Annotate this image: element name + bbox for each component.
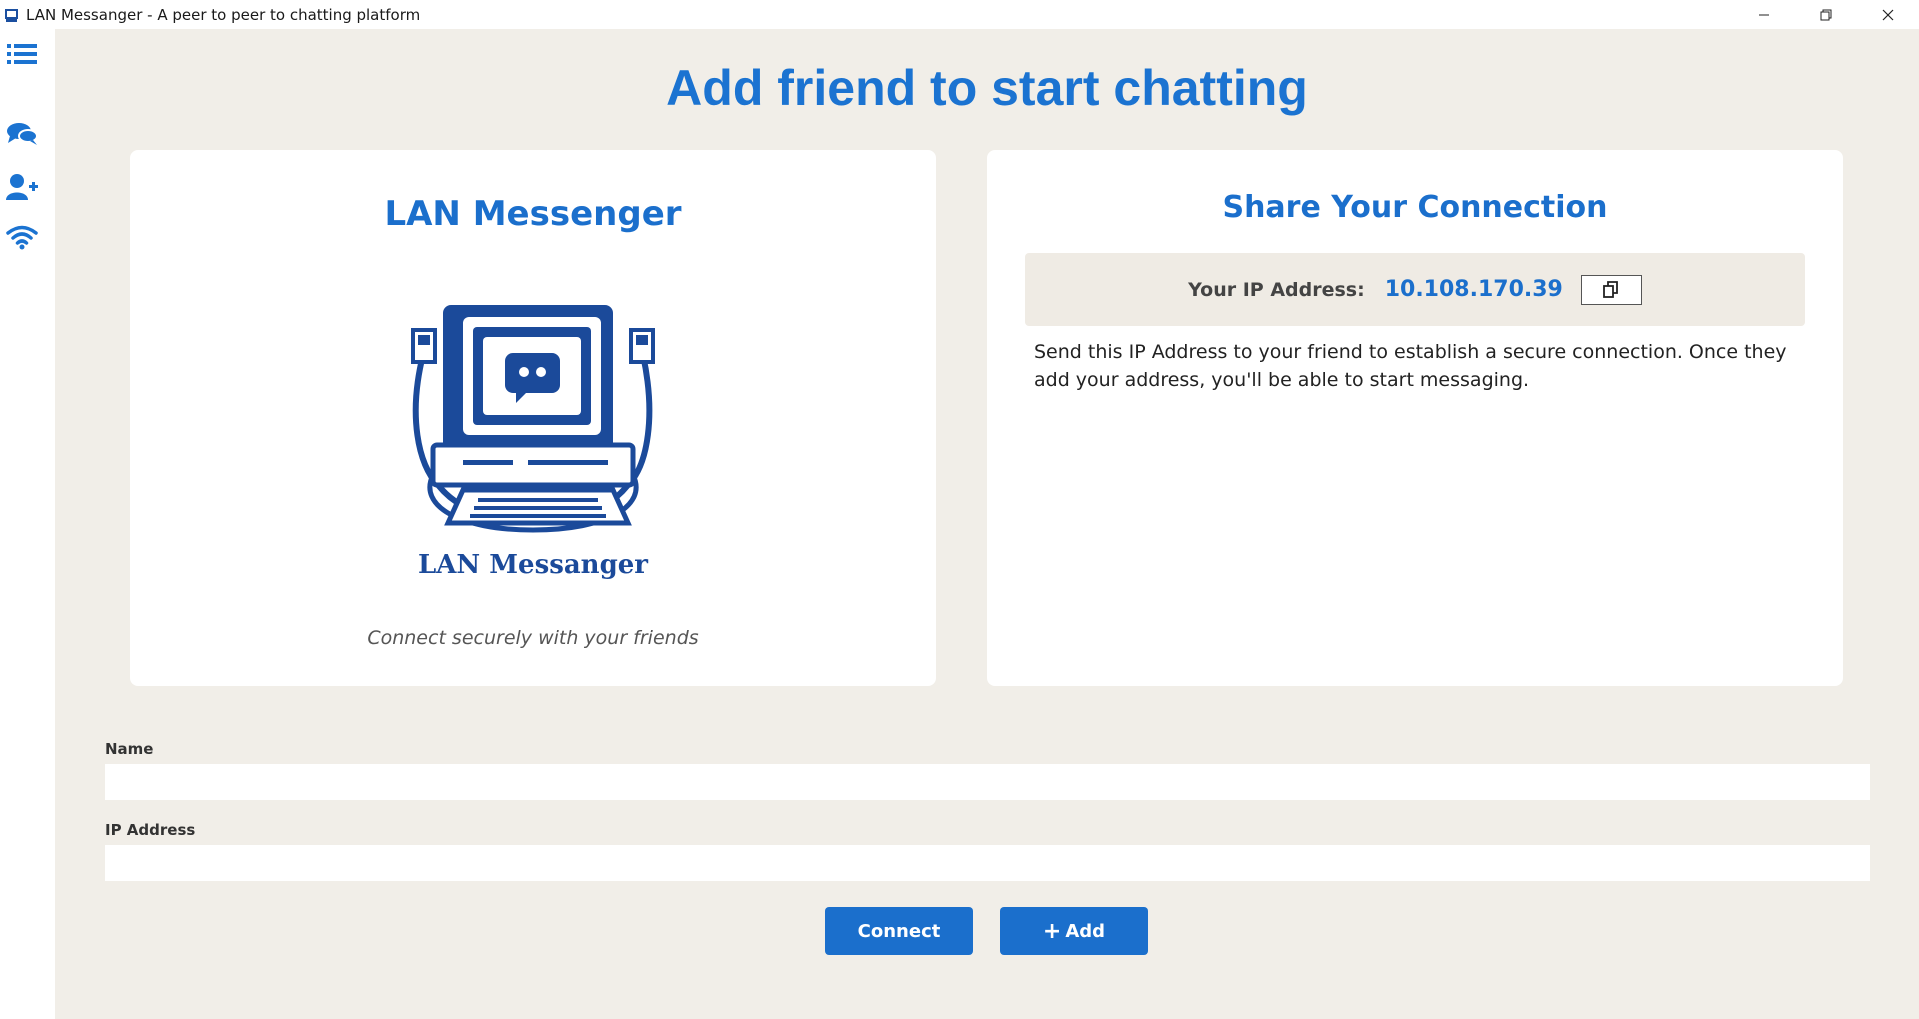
- connect-button-label: Connect: [857, 920, 941, 942]
- page-title: Add friend to start chatting: [666, 60, 1308, 116]
- copy-icon: [1603, 280, 1619, 298]
- lan-messenger-logo: LAN Messanger: [411, 305, 655, 580]
- add-button-label: Add: [1065, 920, 1106, 942]
- title-bar: LAN Messanger - A peer to peer to chatti…: [0, 0, 1919, 29]
- add-button[interactable]: + Add: [1000, 907, 1148, 955]
- restore-button[interactable]: [1795, 0, 1857, 29]
- app-name-heading: LAN Messenger: [384, 194, 682, 234]
- sidebar: [0, 29, 55, 1019]
- add-user-icon: [6, 174, 38, 200]
- ip-address-field-label: IP Address: [105, 821, 196, 839]
- close-button[interactable]: [1857, 0, 1919, 29]
- sidebar-item-menu[interactable]: [5, 39, 39, 69]
- wifi-icon: [6, 225, 38, 250]
- sidebar-item-add-friend[interactable]: [5, 172, 39, 202]
- app-tagline: Connect securely with your friends: [367, 627, 699, 649]
- window-controls: [1733, 0, 1919, 29]
- share-connection-heading: Share Your Connection: [1222, 190, 1608, 225]
- minimize-icon: [1759, 14, 1769, 15]
- window-title: LAN Messanger - A peer to peer to chatti…: [26, 5, 421, 24]
- ip-address-box: Your IP Address: 10.108.170.39: [1025, 253, 1805, 326]
- copy-ip-button[interactable]: [1580, 274, 1642, 305]
- ip-address-label: Your IP Address:: [1188, 278, 1365, 301]
- chat-icon: [7, 123, 38, 145]
- main-content: Add friend to start chatting LAN Messeng…: [55, 29, 1919, 1019]
- ip-address-value: 10.108.170.39: [1384, 277, 1563, 302]
- app-info-card: LAN Messenger LAN Messanger Connect secu…: [130, 150, 936, 686]
- close-icon: [1882, 9, 1894, 20]
- logo-text: LAN Messanger: [418, 550, 648, 580]
- ip-address-input[interactable]: [105, 845, 1870, 881]
- plus-icon: +: [1042, 918, 1062, 944]
- sidebar-item-chats[interactable]: [5, 119, 39, 149]
- app-icon: [5, 8, 18, 22]
- restore-icon: [1820, 9, 1832, 20]
- name-label: Name: [105, 740, 154, 758]
- connect-button[interactable]: Connect: [825, 907, 973, 955]
- ip-instructions: Send this IP Address to your friend to e…: [1034, 341, 1787, 391]
- minimize-button[interactable]: [1733, 0, 1795, 29]
- share-connection-card: Share Your Connection Your IP Address: 1…: [987, 150, 1843, 686]
- list-icon: [7, 44, 37, 64]
- sidebar-item-network[interactable]: [5, 222, 39, 252]
- name-input[interactable]: [105, 764, 1870, 800]
